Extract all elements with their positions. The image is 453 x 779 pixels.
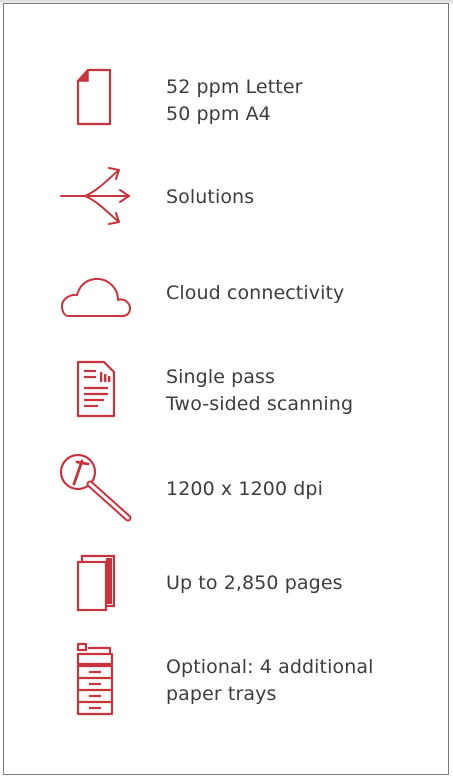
feature-paper-trays: Optional: 4 additional paper trays: [4, 640, 450, 718]
feature-label: Cloud connectivity: [166, 282, 345, 304]
feature-resolution: 1200 x 1200 dpi: [4, 452, 450, 526]
feature-panel: 52 ppm Letter 50 ppm A4 Solutions Cloud …: [3, 3, 449, 775]
feature-label: 1200 x 1200 dpi: [166, 478, 323, 500]
scanned-document-icon: [76, 360, 116, 418]
branching-arrows-icon: [59, 164, 135, 228]
feature-label: Up to 2,850 pages: [166, 572, 343, 594]
printer-trays-icon: [76, 642, 116, 718]
feature-solutions: Solutions: [4, 162, 450, 228]
paper-stack-icon: [76, 554, 116, 612]
feature-paper-capacity: Up to 2,850 pages: [4, 552, 450, 614]
cloud-icon: [58, 274, 132, 318]
feature-label: Optional: 4 additional paper trays: [166, 656, 374, 705]
feature-cloud: Cloud connectivity: [4, 270, 450, 320]
feature-label: Single pass Two-sided scanning: [166, 366, 354, 415]
feature-print-speed: 52 ppm Letter 50 ppm A4: [4, 66, 450, 136]
feature-label: 52 ppm Letter 50 ppm A4: [166, 76, 303, 125]
feature-scanning: Single pass Two-sided scanning: [4, 358, 450, 424]
feature-label: Solutions: [166, 186, 255, 208]
magnifier-icon: [58, 452, 138, 524]
document-page-icon: [76, 68, 112, 126]
